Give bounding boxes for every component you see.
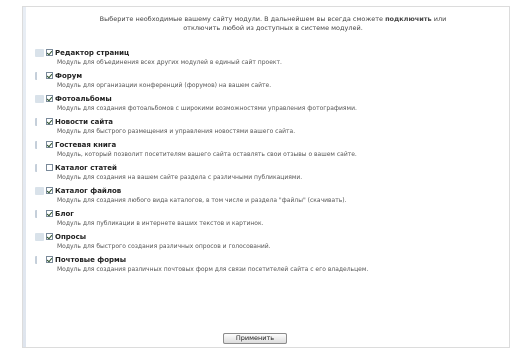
module-checkbox[interactable] (46, 256, 53, 263)
module-checkbox[interactable] (46, 72, 53, 79)
module-description: Модуль для создания на вашем сайте разде… (57, 174, 303, 181)
module-item: Почтовые формы Модуль для создания различ… (35, 254, 499, 277)
module-title[interactable]: Фотоальбомы (55, 95, 112, 103)
module-header: Опросы (35, 231, 499, 242)
module-checkbox[interactable] (46, 95, 53, 102)
module-header: Редактор страниц (35, 47, 499, 58)
apply-button[interactable]: Применить (223, 333, 287, 344)
module-item: Каталог статей Модуль для создания на ваш… (35, 162, 499, 185)
module-title[interactable]: Опросы (55, 233, 86, 241)
module-description: Модуль для быстрого размещения и управле… (57, 128, 296, 135)
module-description: Модуль для публикации в интернете ваших … (57, 220, 264, 227)
module-header: Форум (35, 70, 499, 81)
module-header: Блог (35, 208, 499, 219)
module-description: Модуль для объединения всех других модул… (57, 59, 282, 66)
modules-panel: Выберите необходимые вашему сайту модули… (22, 6, 510, 348)
module-item: Блог Модуль для публикации в интернете ва… (35, 208, 499, 231)
module-checkbox[interactable] (46, 118, 53, 125)
module-title[interactable]: Гостевая книга (55, 141, 116, 149)
module-icon (35, 232, 44, 241)
module-icon (35, 48, 44, 57)
intro-line1-end: или (431, 15, 447, 23)
module-checkbox[interactable] (46, 210, 53, 217)
module-checkbox[interactable] (46, 141, 53, 148)
intro-text: Выберите необходимые вашему сайту модули… (63, 15, 483, 33)
module-title[interactable]: Каталог файлов (55, 187, 121, 195)
module-header: Фотоальбомы (35, 93, 499, 104)
module-header: Каталог файлов (35, 185, 499, 196)
module-header: Почтовые формы (35, 254, 499, 265)
module-header: Каталог статей (35, 162, 499, 173)
module-checkbox[interactable] (46, 233, 53, 240)
module-description: Модуль для создания фотоальбомов с широк… (57, 105, 357, 112)
module-title[interactable]: Новости сайта (55, 118, 113, 126)
tree-line-icon (35, 117, 44, 126)
module-item: Фотоальбомы Модуль для создания фотоальбо… (35, 93, 499, 116)
module-icon (35, 94, 44, 103)
tree-line-icon (35, 163, 44, 172)
module-description: Модуль для создания различных почтовых ф… (57, 266, 369, 273)
module-checkbox[interactable] (46, 164, 53, 171)
intro-line2: отключить любой из доступных в системе м… (183, 24, 363, 32)
module-title[interactable]: Форум (55, 72, 82, 80)
module-item: Опросы Модуль для быстрого создания разли… (35, 231, 499, 254)
module-title[interactable]: Почтовые формы (55, 256, 126, 264)
module-list: Редактор страниц Модуль для объединения в… (35, 47, 499, 277)
module-description: Модуль для организации конференций (фору… (57, 82, 272, 89)
tree-line-icon (35, 209, 44, 218)
module-icon (35, 186, 44, 195)
module-item: Редактор страниц Модуль для объединения в… (35, 47, 499, 70)
module-header: Гостевая книга (35, 139, 499, 150)
tree-line-icon (35, 140, 44, 149)
module-description: Модуль для быстрого создания различных о… (57, 243, 271, 250)
tree-line-icon (35, 255, 44, 264)
module-item: Гостевая книга Модуль, который позволит п… (35, 139, 499, 162)
module-description: Модуль для создания любого вида каталого… (57, 197, 347, 204)
intro-line1-bold: подключить (385, 15, 432, 23)
intro-line1-start: Выберите необходимые вашему сайту модули… (99, 15, 386, 23)
module-checkbox[interactable] (46, 49, 53, 56)
tree-line-icon (35, 71, 44, 80)
module-title[interactable]: Блог (55, 210, 74, 218)
module-header: Новости сайта (35, 116, 499, 127)
module-title[interactable]: Редактор страниц (55, 49, 129, 57)
module-item: Новости сайта Модуль для быстрого размеще… (35, 116, 499, 139)
module-checkbox[interactable] (46, 187, 53, 194)
module-item: Каталог файлов Модуль для создания любого… (35, 185, 499, 208)
module-title[interactable]: Каталог статей (55, 164, 117, 172)
module-description: Модуль, который позволит посетителям ваш… (57, 151, 357, 158)
module-item: Форум Модуль для организации конференций … (35, 70, 499, 93)
